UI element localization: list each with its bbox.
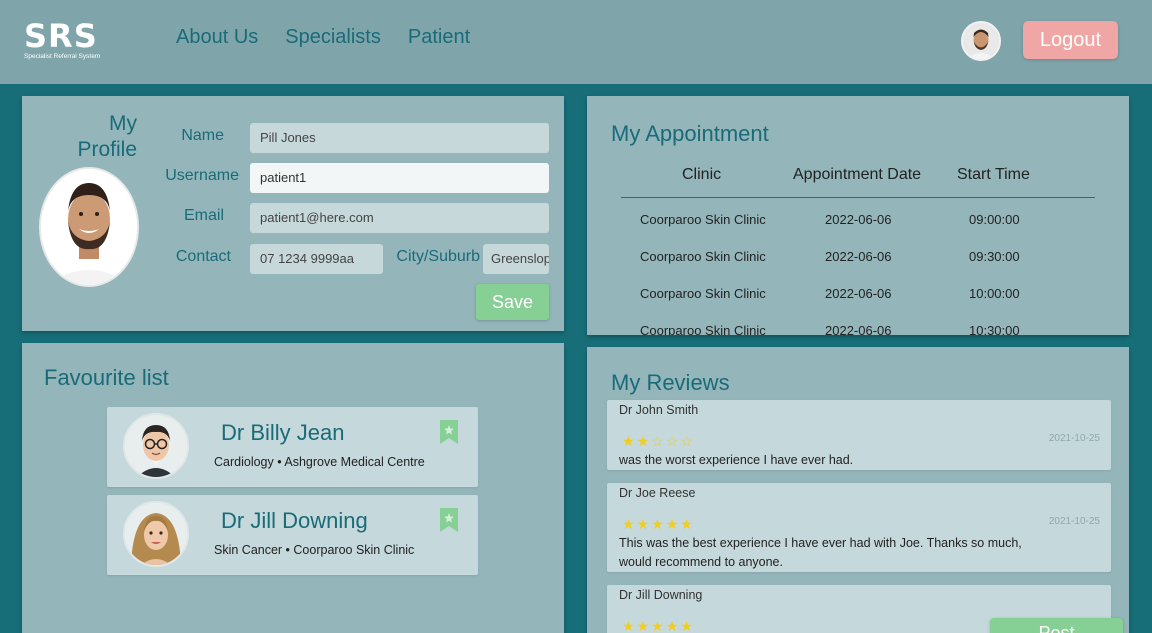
- appointment-time: 09:30:00: [969, 249, 1020, 264]
- post-review-button[interactable]: Post: [990, 618, 1123, 633]
- review-card[interactable]: Dr John Smith ★★☆☆☆ 2021-10-25 was the w…: [607, 400, 1111, 470]
- review-doctor: Dr Jill Downing: [619, 588, 703, 602]
- city-label: City/Suburb: [396, 248, 480, 265]
- star-rating: ★★★★★: [622, 516, 695, 533]
- star-icon: ★: [680, 618, 695, 633]
- appointment-title: My Appointment: [611, 121, 769, 146]
- favourites-title: Favourite list: [44, 365, 169, 390]
- header-divider: [621, 197, 1095, 198]
- username-field[interactable]: patient1: [250, 163, 549, 193]
- star-rating: ★★★★★: [622, 618, 695, 633]
- star-icon: ★: [636, 618, 652, 633]
- reviews-panel: My Reviews Dr John Smith ★★☆☆☆ 2021-10-2…: [587, 347, 1129, 633]
- profile-title-line2: Profile: [77, 138, 137, 161]
- appointment-time: 10:30:00: [969, 323, 1020, 335]
- column-header-clinic: Clinic: [682, 166, 722, 183]
- star-icon: ★: [665, 516, 681, 532]
- appointment-clinic: Coorparoo Skin Clinic: [640, 212, 766, 227]
- logo-text: SRS: [24, 17, 98, 55]
- contact-label: Contact: [175, 248, 231, 265]
- review-date: 2021-10-25: [1048, 516, 1100, 527]
- nav-about-us[interactable]: About Us: [176, 26, 258, 49]
- star-icon: ★: [665, 618, 681, 633]
- profile-title-line1: My: [109, 112, 137, 135]
- review-card[interactable]: Dr Joe Reese ★★★★★ 2021-10-25 This was t…: [607, 483, 1111, 572]
- appointment-time: 10:00:00: [969, 286, 1020, 301]
- favourite-card[interactable]: Dr Billy Jean Cardiology • Ashgrove Medi…: [107, 407, 478, 487]
- top-header: SRS Specialist Referral System About Us …: [0, 0, 1152, 84]
- appointment-clinic: Coorparoo Skin Clinic: [640, 249, 766, 264]
- review-date: 2021-10-25: [1048, 433, 1100, 444]
- doctor-avatar: [123, 413, 189, 479]
- contact-field[interactable]: 07 1234 9999aa: [250, 244, 383, 274]
- appointment-panel: My Appointment Clinic Appointment Date S…: [587, 96, 1129, 335]
- appointment-clinic: Coorparoo Skin Clinic: [640, 323, 766, 335]
- star-icon: ★: [636, 516, 652, 532]
- star-icon: ★: [622, 433, 637, 449]
- doctor-detail: Skin Cancer • Coorparoo Skin Clinic: [214, 543, 415, 557]
- star-icon: ★: [651, 516, 666, 532]
- star-icon: ★: [636, 433, 652, 449]
- favourite-card[interactable]: Dr Jill Downing Skin Cancer • Coorparoo …: [107, 495, 478, 575]
- bookmark-icon[interactable]: [440, 508, 458, 532]
- save-button[interactable]: Save: [476, 284, 549, 320]
- star-rating: ★★☆☆☆: [622, 433, 695, 450]
- nav-specialists[interactable]: Specialists: [285, 26, 381, 49]
- review-doctor: Dr Joe Reese: [619, 486, 696, 500]
- user-avatar[interactable]: [961, 21, 1001, 61]
- name-field[interactable]: Pill Jones: [250, 123, 549, 153]
- logo-tagline: Specialist Referral System: [24, 53, 101, 60]
- appointment-date: 2022-06-06: [825, 286, 892, 301]
- star-icon: ★: [622, 618, 637, 633]
- reviews-title: My Reviews: [611, 370, 730, 395]
- column-header-date: Appointment Date: [793, 166, 922, 183]
- star-outline-icon: ☆: [665, 433, 681, 449]
- email-field[interactable]: patient1@here.com: [250, 203, 549, 233]
- profile-panel: My Profile Name Pill Jones Username pati…: [22, 96, 564, 331]
- name-label: Name: [181, 127, 224, 144]
- star-icon: ★: [622, 516, 637, 532]
- srs-logo[interactable]: SRS Specialist Referral System: [24, 20, 100, 61]
- star-icon: ★: [651, 618, 666, 633]
- star-icon: ★: [680, 516, 695, 532]
- review-doctor: Dr John Smith: [619, 403, 699, 417]
- favourites-panel: Favourite list Dr Billy Jean Cardiology …: [22, 343, 564, 633]
- appointment-clinic: Coorparoo Skin Clinic: [640, 286, 766, 301]
- doctor-name: Dr Jill Downing: [221, 508, 368, 533]
- review-text-line: would recommend to anyone.: [619, 555, 783, 569]
- bookmark-icon[interactable]: [440, 420, 458, 444]
- doctor-name: Dr Billy Jean: [221, 420, 345, 445]
- star-outline-icon: ☆: [651, 433, 666, 449]
- username-label: Username: [165, 167, 239, 184]
- doctor-avatar: [123, 501, 189, 567]
- doctor-detail: Cardiology • Ashgrove Medical Centre: [214, 455, 425, 469]
- review-text: was the worst experience I have ever had…: [619, 453, 854, 467]
- appointment-date: 2022-06-06: [825, 212, 892, 227]
- city-field[interactable]: Greenslopes: [483, 244, 549, 274]
- logout-button[interactable]: Logout: [1023, 21, 1118, 59]
- email-label: Email: [183, 207, 224, 224]
- appointment-time: 09:00:00: [969, 212, 1020, 227]
- profile-title: My Profile: [62, 111, 137, 163]
- column-header-time: Start Time: [957, 166, 1030, 183]
- appointment-date: 2022-06-06: [825, 249, 892, 264]
- main-nav: About Us Specialists Patient: [176, 26, 470, 49]
- nav-patient[interactable]: Patient: [408, 26, 470, 49]
- star-outline-icon: ☆: [680, 433, 695, 449]
- profile-photo[interactable]: [39, 167, 139, 287]
- appointment-date: 2022-06-06: [825, 323, 892, 335]
- review-text-line: This was the best experience I have ever…: [619, 536, 1022, 550]
